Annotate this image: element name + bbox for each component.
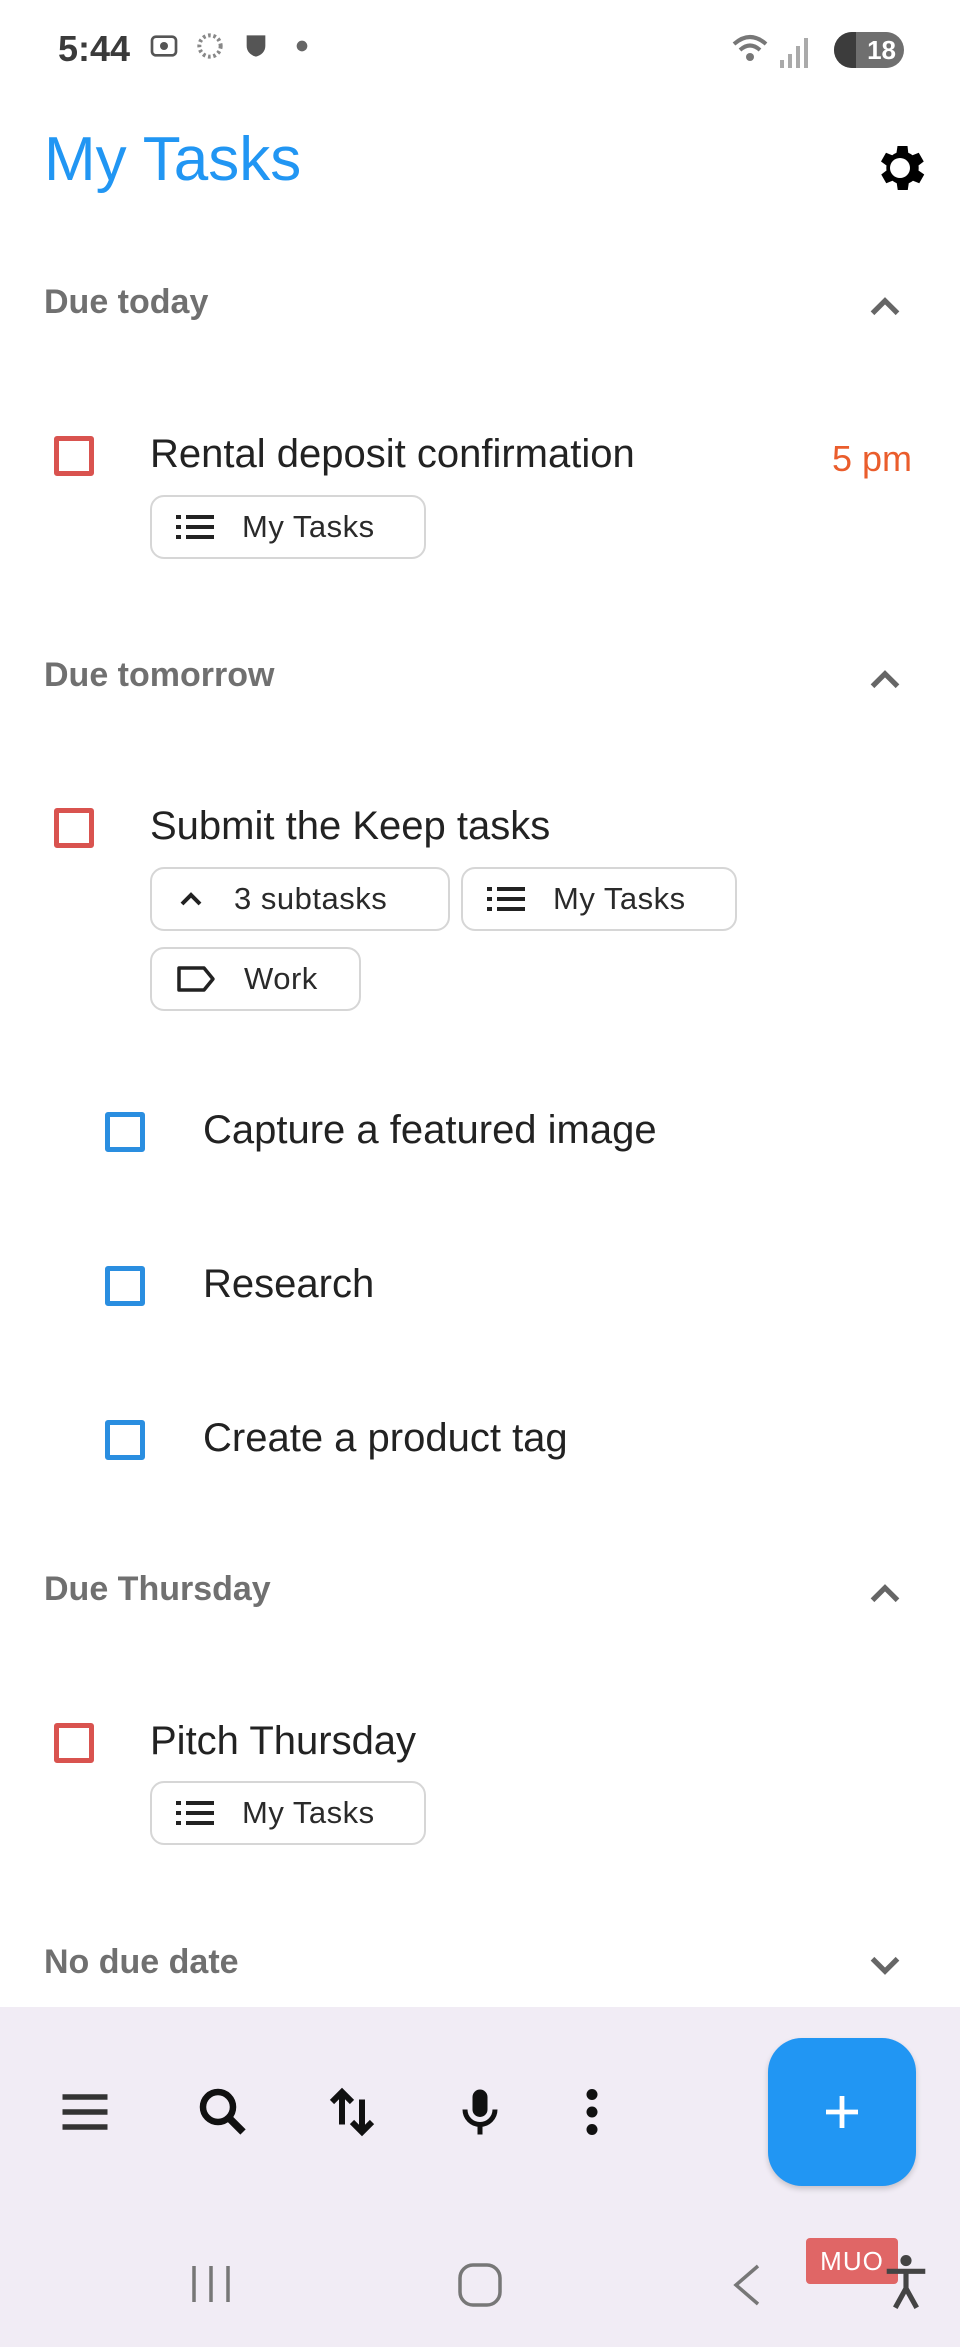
screenshot-icon [150,35,178,57]
status-notification-icons [148,30,318,62]
chip-label: My Tasks [242,509,375,544]
chip-label: My Tasks [242,1795,375,1830]
page-title: My Tasks [44,125,302,194]
battery-indicator: 18 [834,32,904,68]
wifi-signal-icon [732,35,808,68]
list-icon [487,887,525,911]
list-chip[interactable]: My Tasks [461,867,737,931]
chevron-down-icon[interactable] [860,1940,910,1990]
accessibility-icon[interactable] [880,2252,932,2312]
task-title[interactable]: Pitch Thursday [150,1719,416,1764]
add-task-button[interactable] [768,2038,916,2186]
chip-label: My Tasks [553,881,686,916]
shield-icon [246,35,266,57]
section-due-thursday: Due Thursday [44,1570,271,1608]
sort-icon[interactable] [322,2082,382,2142]
subtask-checkbox[interactable] [105,1266,145,1306]
tag-chip[interactable]: Work [150,947,361,1011]
chevron-up-icon[interactable] [860,282,910,332]
task-title[interactable]: Rental deposit confirmation [150,432,635,477]
subtask-title[interactable]: Research [203,1262,374,1307]
dot-icon [296,40,308,52]
mic-icon[interactable] [450,2082,510,2142]
list-chip[interactable]: My Tasks [150,1781,426,1845]
list-chip[interactable]: My Tasks [150,495,426,559]
task-checkbox[interactable] [54,436,94,476]
sync-circle-icon [197,33,223,59]
chip-label: 3 subtasks [234,881,388,916]
task-title[interactable]: Submit the Keep tasks [150,804,550,849]
recent-apps-icon[interactable] [186,2262,236,2306]
settings-gear-icon[interactable] [870,138,930,198]
list-icon [176,515,214,539]
battery-level: 18 [867,34,896,65]
status-time: 5:44 [58,28,131,69]
subtask-title[interactable]: Create a product tag [203,1416,568,1461]
home-icon[interactable] [455,2262,505,2308]
back-icon[interactable] [728,2262,768,2308]
search-icon[interactable] [193,2082,253,2142]
subtask-checkbox[interactable] [105,1420,145,1460]
subtask-checkbox[interactable] [105,1112,145,1152]
section-due-today: Due today [44,283,209,321]
due-time: 5 pm [832,438,913,479]
chevron-up-icon[interactable] [860,655,910,705]
task-checkbox[interactable] [54,808,94,848]
section-no-due-date: No due date [44,1943,239,1981]
subtask-title[interactable]: Capture a featured image [203,1108,657,1153]
more-vert-icon[interactable] [562,2082,622,2142]
subtasks-chip[interactable]: 3 subtasks [150,867,450,931]
task-checkbox[interactable] [54,1723,94,1763]
section-due-tomorrow: Due tomorrow [44,656,275,694]
label-icon [177,966,215,992]
chevron-up-icon [180,892,202,906]
menu-icon[interactable] [55,2082,115,2142]
chip-label: Work [244,961,318,996]
plus-icon [826,2096,858,2128]
chevron-up-icon[interactable] [860,1569,910,1619]
list-icon [176,1801,214,1825]
